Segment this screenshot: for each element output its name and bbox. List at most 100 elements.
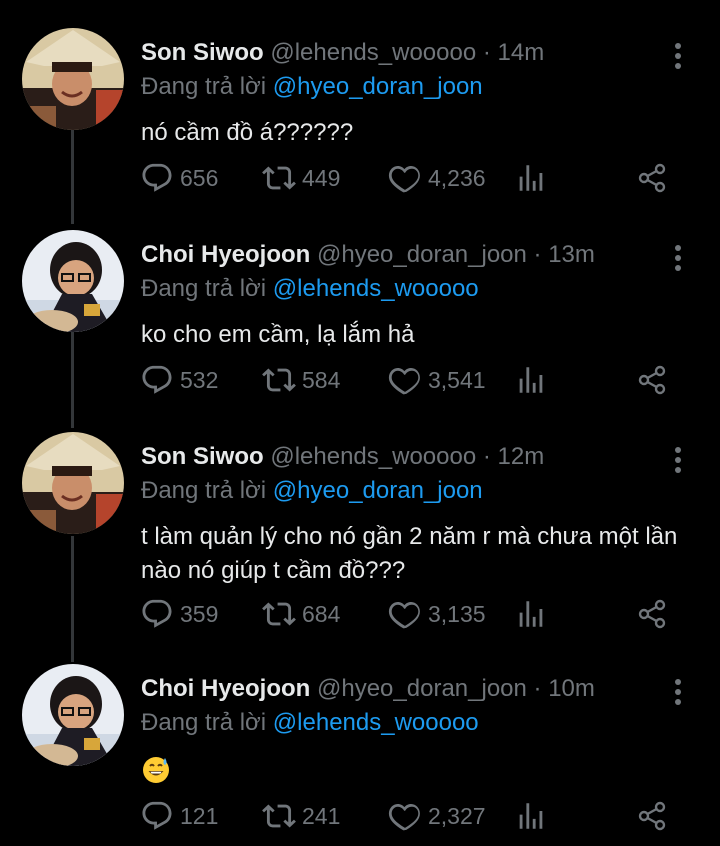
- tweet-header: Son Siwoo @lehends_wooooo · 14m: [141, 38, 660, 68]
- tweet[interactable]: Choi Hyeojoon @hyeo_doran_joon · 13m Đan…: [0, 230, 720, 410]
- timestamp[interactable]: 10m: [548, 675, 595, 702]
- avatar[interactable]: [22, 28, 124, 130]
- analytics-icon: [519, 367, 543, 393]
- more-options-button[interactable]: [664, 242, 692, 274]
- separator-dot: ·: [533, 241, 542, 268]
- action-bar: 656 449 4,236: [140, 158, 680, 198]
- separator-dot: ·: [482, 443, 491, 470]
- analytics-icon: [519, 165, 543, 191]
- share-icon: [638, 163, 666, 193]
- replying-to: Đang trả lời @hyeo_doran_joon: [141, 476, 483, 506]
- like-button[interactable]: 2,327: [388, 796, 486, 836]
- timestamp[interactable]: 13m: [548, 241, 595, 268]
- tweet-text: ko cho em cầm, lạ lắm hả: [141, 321, 415, 348]
- separator-dot: ·: [533, 675, 542, 702]
- analytics-button[interactable]: [514, 158, 548, 198]
- reply-button[interactable]: 359: [140, 594, 218, 634]
- separator-dot: ·: [482, 39, 491, 66]
- more-vertical-icon: [675, 447, 681, 473]
- author-handle[interactable]: @hyeo_doran_joon: [317, 675, 527, 702]
- like-count: 2,327: [428, 802, 486, 829]
- replying-to: Đang trả lời @lehends_wooooo: [141, 708, 479, 738]
- tweet[interactable]: Choi Hyeojoon @hyeo_doran_joon · 10m Đan…: [0, 664, 720, 846]
- reply-icon: [142, 163, 172, 192]
- analytics-icon: [519, 601, 543, 627]
- retweet-count: 584: [302, 366, 341, 393]
- replying-prefix: Đang trả lời: [141, 477, 267, 504]
- retweet-count: 449: [302, 164, 341, 191]
- tweet-text: [141, 752, 701, 786]
- avatar-son-siwoo-icon: [22, 28, 124, 130]
- retweet-button[interactable]: 684: [262, 594, 340, 634]
- more-vertical-icon: [675, 43, 681, 69]
- share-button[interactable]: [636, 158, 670, 198]
- share-icon: [638, 801, 666, 831]
- author-handle[interactable]: @hyeo_doran_joon: [317, 241, 527, 268]
- action-bar: 121 241 2,327: [140, 796, 680, 836]
- author-name[interactable]: Son Siwoo: [141, 39, 264, 66]
- tweet-header: Son Siwoo @lehends_wooooo · 12m: [141, 442, 660, 472]
- tweet[interactable]: Son Siwoo @lehends_wooooo · 12m Đang trả…: [0, 432, 720, 642]
- grinning-face-with-sweat-icon: [141, 755, 171, 785]
- heart-icon: [388, 803, 420, 831]
- reply-count: 656: [180, 164, 219, 191]
- share-icon: [638, 599, 666, 629]
- avatar-choi-hyeojoon-icon: [22, 664, 124, 766]
- mention-link[interactable]: @hyeo_doran_joon: [273, 73, 483, 100]
- share-icon: [638, 365, 666, 395]
- more-options-button[interactable]: [664, 676, 692, 708]
- retweet-icon: [262, 804, 296, 828]
- avatar-choi-hyeojoon-icon: [22, 230, 124, 332]
- analytics-icon: [519, 803, 543, 829]
- share-button[interactable]: [636, 796, 670, 836]
- author-name[interactable]: Choi Hyeojoon: [141, 241, 310, 268]
- tweet-thread: Son Siwoo @lehends_wooooo · 14m Đang trả…: [0, 0, 720, 846]
- timestamp[interactable]: 14m: [498, 39, 545, 66]
- reply-button[interactable]: 532: [140, 360, 218, 400]
- like-button[interactable]: 3,135: [388, 594, 486, 634]
- reply-button[interactable]: 656: [140, 158, 218, 198]
- heart-icon: [388, 367, 420, 395]
- replying-prefix: Đang trả lời: [141, 73, 267, 100]
- author-name[interactable]: Son Siwoo: [141, 443, 264, 470]
- analytics-button[interactable]: [514, 796, 548, 836]
- tweet-header: Choi Hyeojoon @hyeo_doran_joon · 10m: [141, 674, 660, 704]
- timestamp[interactable]: 12m: [498, 443, 545, 470]
- tweet-text: t làm quản lý cho nó gần 2 năm r mà chưa…: [141, 523, 678, 584]
- like-count: 4,236: [428, 164, 486, 191]
- like-count: 3,541: [428, 366, 486, 393]
- mention-link[interactable]: @hyeo_doran_joon: [273, 477, 483, 504]
- reply-count: 532: [180, 366, 219, 393]
- reply-icon: [142, 599, 172, 628]
- share-button[interactable]: [636, 360, 670, 400]
- avatar[interactable]: [22, 664, 124, 766]
- like-button[interactable]: 4,236: [388, 158, 486, 198]
- author-handle[interactable]: @lehends_wooooo: [270, 39, 476, 66]
- tweet[interactable]: Son Siwoo @lehends_wooooo · 14m Đang trả…: [0, 28, 720, 208]
- reply-button[interactable]: 121: [140, 796, 218, 836]
- retweet-icon: [262, 166, 296, 190]
- heart-icon: [388, 165, 420, 193]
- avatar[interactable]: [22, 432, 124, 534]
- mention-link[interactable]: @lehends_wooooo: [273, 275, 479, 302]
- avatar-son-siwoo-icon: [22, 432, 124, 534]
- author-handle[interactable]: @lehends_wooooo: [270, 443, 476, 470]
- analytics-button[interactable]: [514, 594, 548, 634]
- mention-link[interactable]: @lehends_wooooo: [273, 709, 479, 736]
- avatar[interactable]: [22, 230, 124, 332]
- analytics-button[interactable]: [514, 360, 548, 400]
- like-button[interactable]: 3,541: [388, 360, 486, 400]
- like-count: 3,135: [428, 600, 486, 627]
- more-options-button[interactable]: [664, 444, 692, 476]
- author-name[interactable]: Choi Hyeojoon: [141, 675, 310, 702]
- retweet-icon: [262, 602, 296, 626]
- more-options-button[interactable]: [664, 40, 692, 72]
- retweet-button[interactable]: 241: [262, 796, 340, 836]
- more-vertical-icon: [675, 245, 681, 271]
- replying-prefix: Đang trả lời: [141, 275, 267, 302]
- share-button[interactable]: [636, 594, 670, 634]
- action-bar: 359 684 3,135: [140, 594, 680, 634]
- retweet-button[interactable]: 449: [262, 158, 340, 198]
- retweet-button[interactable]: 584: [262, 360, 340, 400]
- reply-count: 359: [180, 600, 219, 627]
